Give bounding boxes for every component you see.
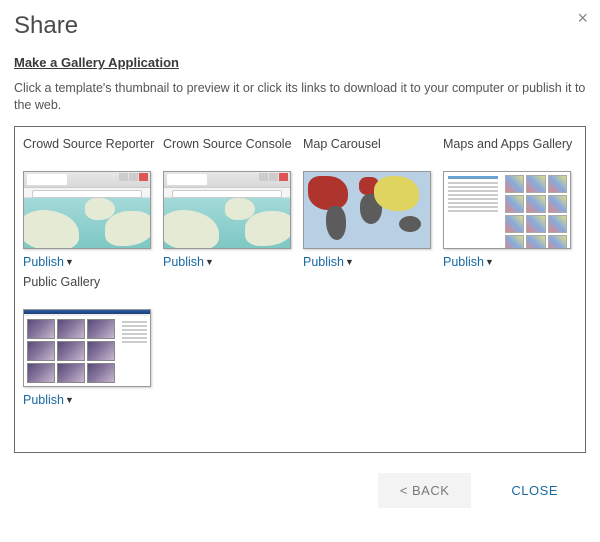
template-thumbnail[interactable] — [443, 171, 571, 249]
template-grid: Crowd Source Reporter Publish ▼ Crown So… — [23, 137, 577, 407]
template-thumbnail[interactable] — [23, 171, 151, 249]
template-name: Crown Source Console — [163, 137, 295, 169]
template-item: Public Gallery — [23, 275, 155, 407]
chevron-down-icon: ▼ — [485, 257, 494, 267]
publish-dropdown[interactable]: Publish ▼ — [443, 255, 575, 269]
publish-label: Publish — [23, 393, 64, 407]
publish-label: Publish — [163, 255, 204, 269]
publish-dropdown[interactable]: Publish ▼ — [23, 393, 155, 407]
publish-label: Publish — [303, 255, 344, 269]
template-name: Crowd Source Reporter — [23, 137, 155, 169]
template-thumbnail[interactable] — [303, 171, 431, 249]
chevron-down-icon: ▼ — [345, 257, 354, 267]
chevron-down-icon: ▼ — [205, 257, 214, 267]
template-item: Maps and Apps Gallery — [443, 137, 575, 269]
chevron-down-icon: ▼ — [65, 257, 74, 267]
make-gallery-heading[interactable]: Make a Gallery Application — [14, 55, 179, 70]
publish-dropdown[interactable]: Publish ▼ — [163, 255, 295, 269]
template-thumbnail[interactable] — [163, 171, 291, 249]
publish-label: Publish — [443, 255, 484, 269]
instructions-text: Click a template's thumbnail to preview … — [14, 80, 586, 114]
template-item: Crowd Source Reporter Publish ▼ — [23, 137, 155, 269]
template-thumbnail[interactable] — [23, 309, 151, 387]
template-name: Map Carousel — [303, 137, 435, 169]
back-button[interactable]: < BACK — [378, 473, 472, 508]
close-button[interactable]: CLOSE — [489, 473, 580, 508]
publish-dropdown[interactable]: Publish ▼ — [23, 255, 155, 269]
template-item: Crown Source Console Publish ▼ — [163, 137, 295, 269]
template-item: Map Carousel Publish ▼ — [303, 137, 435, 269]
publish-dropdown[interactable]: Publish ▼ — [303, 255, 435, 269]
template-name: Maps and Apps Gallery — [443, 137, 575, 169]
chevron-down-icon: ▼ — [65, 395, 74, 405]
dialog-footer: < BACK CLOSE — [14, 473, 586, 508]
template-name: Public Gallery — [23, 275, 155, 307]
close-icon[interactable]: × — [577, 8, 588, 29]
share-dialog: × Share Make a Gallery Application Click… — [0, 0, 600, 542]
publish-label: Publish — [23, 255, 64, 269]
dialog-title: Share — [14, 12, 586, 40]
template-gallery: Crowd Source Reporter Publish ▼ Crown So… — [14, 126, 586, 453]
